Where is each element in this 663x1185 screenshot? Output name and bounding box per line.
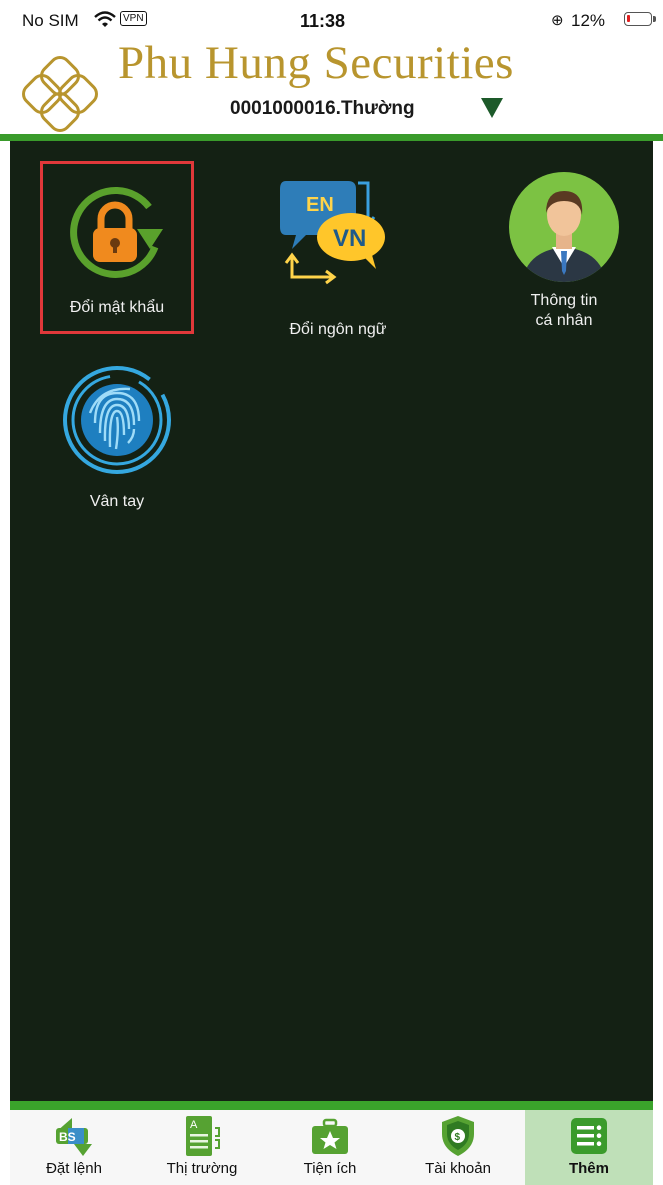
status-bar: No SIM VPN 11:38 ⊕ 12% <box>0 0 663 34</box>
chevron-down-icon[interactable] <box>481 98 503 118</box>
header-divider <box>0 134 663 141</box>
more-menu-icon <box>525 1114 653 1158</box>
language-en-vn-icon: EN VN <box>253 173 423 287</box>
carrier-text: No SIM <box>22 11 79 30</box>
utility-star-icon <box>266 1114 394 1158</box>
highlight-frame <box>40 161 194 334</box>
order-bs-text: BS <box>59 1130 76 1144</box>
tab-market[interactable]: A Thị trường <box>138 1110 266 1185</box>
tab-place-order[interactable]: BS Đặt lệnh <box>10 1110 138 1185</box>
user-avatar-icon <box>479 171 649 283</box>
tile-label-line2: cá nhân <box>535 312 593 329</box>
battery-tip <box>653 16 656 22</box>
tab-label: Tài khoản <box>425 1160 491 1177</box>
clock-time: 11:38 <box>300 11 346 31</box>
battery-percent: 12% <box>571 11 606 30</box>
tile-change-language[interactable]: EN VN Đổi ngôn ngữ <box>253 161 423 338</box>
account-selector[interactable]: 0001000016.Thường <box>230 98 415 120</box>
tab-utilities[interactable]: Tiện ích <box>266 1110 394 1185</box>
battery-level <box>627 15 630 22</box>
svg-text:$: $ <box>455 1132 461 1143</box>
lang-vn-text: VN <box>333 225 366 252</box>
fingerprint-icon <box>32 363 202 477</box>
tile-personal-info[interactable]: Thông tin cá nhân <box>479 161 649 361</box>
tab-label: Đặt lệnh <box>46 1160 102 1177</box>
phu-hung-logo-icon <box>18 52 102 136</box>
more-menu-panel: Đổi mật khẩu EN VN Đổi ngôn ngữ Thông ti… <box>10 141 653 1104</box>
rotation-lock-icon: ⊕ <box>551 12 564 29</box>
bottom-tab-bar: BS Đặt lệnh A Thị trường Tiện ích $ Tài … <box>10 1110 653 1185</box>
battery-icon <box>624 12 652 26</box>
wifi-icon <box>94 11 116 33</box>
tab-more[interactable]: Thêm <box>525 1110 653 1185</box>
lang-en-text: EN <box>306 194 334 216</box>
app-header: Phu Hung Securities 0001000016.Thường <box>0 34 663 134</box>
brand-title: Phu Hung Securities <box>118 37 514 89</box>
order-bs-icon: BS <box>10 1114 138 1158</box>
tab-label: Thị trường <box>166 1160 238 1177</box>
tile-label-line1: Thông tin <box>530 292 598 309</box>
tab-account[interactable]: $ Tài khoản <box>394 1110 522 1185</box>
tabbar-divider <box>10 1101 653 1110</box>
market-a-text: A <box>190 1119 198 1131</box>
market-book-icon: A <box>138 1114 266 1158</box>
tile-label: Đổi ngôn ngữ <box>289 321 387 338</box>
tab-label: Tiện ích <box>303 1160 357 1177</box>
tile-fingerprint[interactable]: Vân tay <box>32 359 202 519</box>
tile-label: Vân tay <box>89 493 145 510</box>
tab-label: Thêm <box>568 1160 609 1177</box>
account-shield-icon: $ <box>394 1114 522 1158</box>
vpn-badge: VPN <box>120 11 147 26</box>
